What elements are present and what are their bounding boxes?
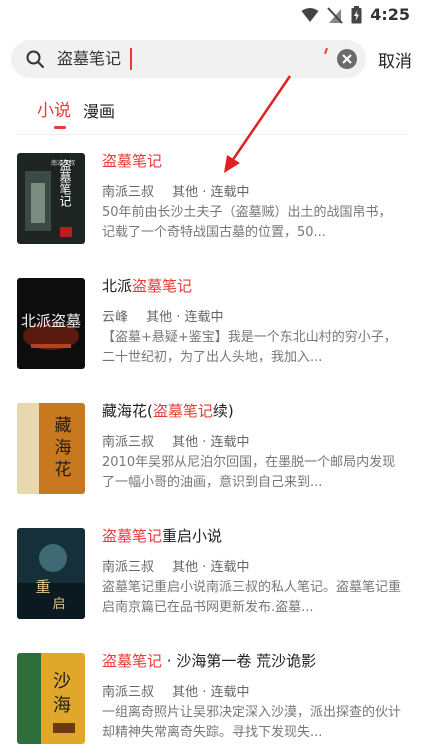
search-box[interactable]: 盗墓笔记 xyxy=(11,40,366,78)
svg-text:北派盗墓: 北派盗墓 xyxy=(21,312,81,330)
svg-text:海: 海 xyxy=(55,438,72,458)
book-category: 其他 · 连载中 xyxy=(172,560,250,575)
book-item[interactable]: 藏 海 花 藏海花(盗墓笔记续) 南派三叔 其他 · 连载中 2010年吴邪从尼… xyxy=(0,402,424,513)
tab-comic[interactable]: 漫画 xyxy=(83,98,115,122)
wifi-icon xyxy=(301,7,319,22)
book-cover: 北派盗墓 xyxy=(17,278,85,369)
book-description: 盗墓笔记重启小说南派三叔的私人笔记。盗墓笔记重启南京篇已在品书网更新发布.盗墓.… xyxy=(102,580,402,615)
book-description: 一组离奇照片让吴邪决定深入沙漠，派出探查的伙计却精神失常离奇失踪。寻找下发现失.… xyxy=(102,705,402,740)
status-icons: 4:25 xyxy=(301,5,410,24)
book-meta: 云峰 其他 · 连载中 xyxy=(102,306,224,325)
tab-indicator xyxy=(54,126,66,129)
tab-divider xyxy=(16,134,408,135)
tab-novel[interactable]: 小说 xyxy=(37,96,71,121)
book-category: 其他 · 连载中 xyxy=(172,185,250,200)
book-item[interactable]: 沙 海 盗墓笔记 · 沙海第一卷 荒沙诡影 南派三叔 其他 · 连载中 一组离奇… xyxy=(0,652,424,755)
book-cover: 重 启 xyxy=(17,528,85,619)
book-item[interactable]: 南派三叔 盗墓笔记 盗墓笔记 南派三叔 其他 · 连载中 50年前由长沙土夫子（… xyxy=(0,152,424,263)
book-cover: 南派三叔 盗墓笔记 xyxy=(17,153,85,244)
status-bar: 4:25 xyxy=(0,0,424,30)
close-icon xyxy=(342,54,352,64)
no-signal-icon xyxy=(327,6,343,24)
book-description: 50年前由长沙土夫子（盗墓贼）出土的战国帛书，记载了一个奇特战国古墓的位置，50… xyxy=(102,205,392,240)
book-description: 2010年吴邪从尼泊尔回国，在墨脱一个邮局内发现了一幅小哥的油画，意识到自己来到… xyxy=(102,455,396,490)
book-category: 其他 · 连载中 xyxy=(172,685,250,700)
svg-text:盗墓笔记: 盗墓笔记 xyxy=(58,158,72,207)
book-author: 云峰 xyxy=(102,310,129,325)
svg-text:启: 启 xyxy=(52,597,65,612)
book-description: 【盗墓+悬疑+鉴宝】我是一个东北山村的穷小子，二十世纪初，为了出人头地，我加入.… xyxy=(102,330,397,365)
book-author: 南派三叔 xyxy=(102,560,155,575)
cancel-button[interactable]: 取消 xyxy=(378,47,412,72)
book-meta: 南派三叔 其他 · 连载中 xyxy=(102,431,250,450)
search-input[interactable]: 盗墓笔记 xyxy=(57,40,121,78)
book-item[interactable]: 重 启 盗墓笔记重启小说 南派三叔 其他 · 连载中 盗墓笔记重启小说南派三叔的… xyxy=(0,527,424,638)
clear-search-button[interactable] xyxy=(337,49,357,69)
book-author: 南派三叔 xyxy=(102,435,155,450)
book-cover: 沙 海 xyxy=(17,653,85,744)
text-caret xyxy=(130,48,132,70)
svg-text:重: 重 xyxy=(35,578,50,596)
book-author: 南派三叔 xyxy=(102,685,155,700)
book-author: 南派三叔 xyxy=(102,185,155,200)
status-time: 4:25 xyxy=(370,5,410,24)
search-icon xyxy=(26,50,44,68)
book-title: 盗墓笔记重启小说 xyxy=(102,527,223,545)
book-category: 其他 · 连载中 xyxy=(146,310,224,325)
book-meta: 南派三叔 其他 · 连载中 xyxy=(102,556,250,575)
battery-icon xyxy=(351,5,362,23)
svg-text:藏: 藏 xyxy=(55,416,72,436)
book-title: 盗墓笔记 xyxy=(102,152,163,170)
book-category: 其他 · 连载中 xyxy=(172,435,250,450)
book-title: 北派盗墓笔记 xyxy=(102,277,193,295)
svg-text:花: 花 xyxy=(55,460,72,480)
book-meta: 南派三叔 其他 · 连载中 xyxy=(102,181,250,200)
book-item[interactable]: 北派盗墓 北派盗墓笔记 云峰 其他 · 连载中 【盗墓+悬疑+鉴宝】我是一个东北… xyxy=(0,277,424,388)
book-cover: 藏 海 花 xyxy=(17,403,85,494)
svg-text:海: 海 xyxy=(53,695,71,716)
svg-text:沙: 沙 xyxy=(53,671,71,692)
book-title: 盗墓笔记 · 沙海第一卷 荒沙诡影 xyxy=(102,652,317,670)
book-meta: 南派三叔 其他 · 连载中 xyxy=(102,681,250,700)
book-title: 藏海花(盗墓笔记续) xyxy=(102,402,234,420)
